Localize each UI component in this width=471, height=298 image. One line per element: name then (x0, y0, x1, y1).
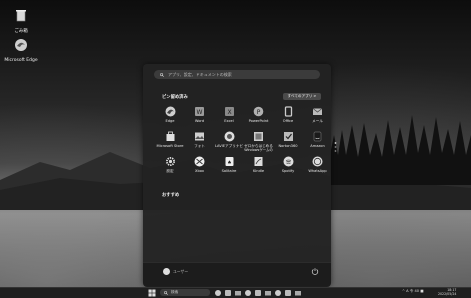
settings-icon (165, 157, 175, 166)
pinned-app-word[interactable]: W Word (185, 106, 215, 123)
solitaire-icon: ♠ (225, 157, 233, 166)
pinned-app-label: 設定 (166, 169, 174, 173)
word-icon: W (195, 107, 204, 116)
mail-icon (312, 108, 323, 115)
all-apps-button[interactable]: すべてのアプリ > (283, 93, 321, 100)
pinned-app-edge[interactable]: Edge (155, 106, 185, 123)
widgets-icon[interactable] (224, 289, 232, 297)
pinned-app-label: PowerPoint (248, 119, 269, 123)
pinned-app-kindle[interactable]: Kindle (244, 156, 274, 173)
amazon-icon (313, 131, 322, 142)
taskbar: 検索 ^ A 令 40 ■ 18:17 2022/05/24 (0, 287, 471, 298)
pinned-app-label: Spotify (281, 169, 295, 173)
svg-text:X: X (227, 109, 231, 116)
desktop-icon-label: Microsoft Edge (4, 58, 38, 63)
svg-text:W: W (197, 109, 203, 116)
whatsapp-icon (312, 156, 323, 167)
pinned-app-excel[interactable]: X Excel (214, 106, 244, 123)
powerpoint-icon: P (253, 106, 264, 117)
edge-icon[interactable] (254, 289, 262, 297)
pinned-app-book[interactable]: ゼロからはじめる Windowsゲームの (244, 131, 274, 152)
office-icon (284, 106, 292, 117)
pinned-app-whatsapp[interactable]: WhatsApp (303, 156, 333, 173)
xbox-icon (194, 156, 205, 167)
pinned-app-settings[interactable]: 設定 (155, 156, 185, 173)
pinned-app-label: フォト (194, 144, 205, 148)
svg-text:♠: ♠ (227, 160, 231, 166)
page-indicator-dots[interactable] (334, 141, 337, 153)
pinned-app-label: LAVIEアプリナビ (214, 144, 244, 148)
pinned-app-label: Word (194, 119, 205, 123)
pinned-app-label: Office (282, 119, 294, 123)
norton-icon (283, 132, 293, 141)
pinned-app-xbox[interactable]: Xbox (185, 156, 215, 173)
taskbar-search-label: 検索 (171, 290, 179, 294)
file-explorer-icon[interactable] (244, 289, 252, 297)
pinned-app-powerpoint[interactable]: P PowerPoint (244, 106, 274, 123)
pinned-app-label: Norton360 (278, 144, 298, 148)
pinned-section-title: ピン留め済み (162, 95, 188, 100)
pinned-app-label: Edge (165, 119, 175, 123)
edge-icon (165, 106, 175, 117)
pinned-app-label-line2: Windowsゲームの (244, 148, 273, 152)
taskbar-clock[interactable]: 18:17 2022/05/24 (438, 288, 457, 297)
book-icon (254, 132, 263, 141)
pinned-app-label: Microsoft Store (156, 144, 184, 148)
user-avatar[interactable] (163, 268, 170, 275)
pinned-app-label: Kindle (252, 169, 265, 173)
pinned-app-lavie-app-navi[interactable]: LAVIEアプリナビ (214, 131, 244, 148)
start-search-box[interactable]: アプリ、設定、ドキュメントの検索 (154, 70, 320, 79)
mail-icon[interactable] (274, 289, 282, 297)
lavie-app-navi-icon (224, 131, 234, 142)
pinned-app-label: Xbox (195, 169, 204, 173)
start-button-icon[interactable] (148, 289, 156, 297)
treeline-wallpaper (330, 115, 471, 185)
desktop-icon-label: ごみ箱 (14, 29, 28, 34)
start-menu: アプリ、設定、ドキュメントの検索 ピン留め済み すべてのアプリ > Edge W W… (143, 64, 333, 287)
pinned-app-mail[interactable]: メール (303, 106, 333, 123)
pinned-app-label: Solitaire (221, 169, 237, 173)
pinned-app-label: Excel (224, 119, 234, 123)
search-icon (160, 72, 164, 77)
pinned-app-norton[interactable]: Norton360 (273, 131, 303, 148)
pinned-app-solitaire[interactable]: ♠ Solitaire (214, 156, 244, 173)
lavie-app-navi-icon[interactable] (284, 289, 292, 297)
store-icon[interactable] (264, 289, 272, 297)
pinned-app-spotify[interactable]: Spotify (273, 156, 303, 173)
store-icon (166, 131, 174, 141)
pinned-app-label: Amazon (310, 144, 325, 148)
power-icon[interactable] (311, 267, 319, 275)
pinned-app-label: メール (312, 119, 323, 123)
pinned-app-photos[interactable]: フォト (185, 131, 215, 148)
search-icon (164, 290, 168, 295)
desktop-icon-edge[interactable]: Microsoft Edge (4, 37, 38, 63)
pinned-app-office[interactable]: Office (273, 106, 303, 123)
photos-icon (195, 132, 204, 141)
edge-icon (15, 39, 27, 51)
task-view-icon[interactable] (214, 289, 222, 297)
chat-icon[interactable] (234, 289, 242, 297)
desktop-icon-recycle-bin[interactable]: ごみ箱 (4, 7, 38, 34)
taskbar-search[interactable]: 検索 (160, 289, 210, 296)
clock-date: 2022/05/24 (438, 291, 457, 296)
pinned-app-amazon[interactable]: Amazon (303, 131, 333, 148)
search-placeholder: アプリ、設定、ドキュメントの検索 (168, 71, 232, 77)
pinned-app-store[interactable]: Microsoft Store (155, 131, 185, 148)
system-tray[interactable]: ^ A 令 40 ■ (402, 289, 424, 294)
svg-text:P: P (257, 109, 261, 116)
recommended-section-title: おすすめ (162, 193, 180, 198)
user-name: ユーザー (173, 269, 189, 274)
settings-icon[interactable] (294, 289, 302, 297)
spotify-icon (283, 156, 293, 167)
kindle-icon (254, 157, 263, 166)
excel-icon: X (224, 107, 234, 116)
recycle-bin-icon (16, 10, 26, 22)
start-menu-footer: ユーザー (143, 262, 331, 287)
pinned-app-label: WhatsApp (308, 169, 327, 173)
